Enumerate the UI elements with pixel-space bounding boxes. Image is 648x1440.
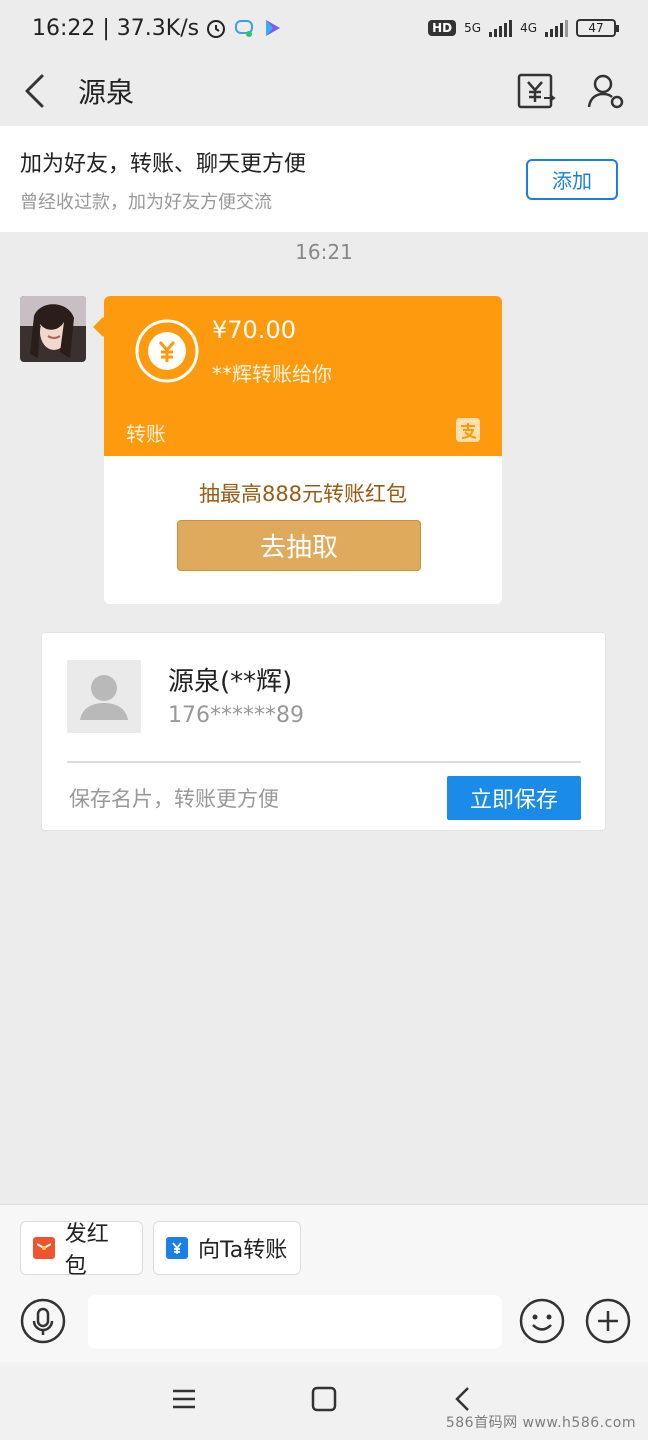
nav-bar: 源泉: [0, 56, 648, 126]
chat-screen: 16:22 | 37.3K/s HD 5G 4G 47 源泉 加为好友，转账、聊…: [0, 0, 648, 1440]
alipay-logo-icon: [456, 418, 480, 442]
message-timestamp: 16:21: [295, 240, 353, 264]
transfer-coin-icon: [135, 319, 199, 383]
emoji-icon[interactable]: [519, 1298, 565, 1344]
video-app-icon: [266, 20, 281, 36]
add-friend-banner: 加为好友，转账、聊天更方便 曾经收过款，加为好友方便交流 添加: [0, 126, 648, 232]
contact-name: 源泉(**辉): [168, 667, 293, 697]
input-toolbar: 发红包 向Ta转账: [0, 1204, 648, 1362]
watermark: 586首码网 www.h586.com: [445, 1415, 636, 1431]
red-packet-icon: [33, 1237, 55, 1259]
transfer-promo-area: 抽最高888元转账红包 去抽取: [104, 456, 502, 604]
hd-badge: HD: [428, 20, 457, 36]
contact-avatar: [67, 660, 141, 733]
sender-avatar[interactable]: [20, 296, 86, 362]
battery-level: 47: [588, 21, 604, 35]
contact-card: 源泉(**辉) 176******89 保存名片，转账更方便 立即保存: [41, 632, 606, 831]
status-bar: 16:22 | 37.3K/s HD 5G 4G 47: [0, 0, 648, 56]
network-4g: 4G: [520, 21, 537, 35]
save-contact-button[interactable]: 立即保存: [447, 776, 581, 820]
transfer-amount: ¥70.00: [212, 316, 296, 344]
network-5g: 5G: [464, 21, 482, 35]
transfer-icon: [166, 1237, 188, 1259]
system-nav-bar: 586首码网 www.h586.com: [0, 1362, 648, 1440]
avatar-photo: [20, 296, 86, 362]
send-red-packet-button[interactable]: 发红包: [20, 1221, 143, 1279]
save-hint: 保存名片，转账更方便: [69, 787, 279, 811]
voice-input-icon[interactable]: [20, 1298, 66, 1344]
transfer-message-card[interactable]: ¥70.00 **辉转账给你 转账 抽最高888元转账红包 去抽取: [104, 296, 502, 604]
transfer-description: **辉转账给你: [212, 362, 332, 386]
transfer-label: 向Ta转账: [198, 1238, 288, 1263]
divider: [67, 761, 581, 763]
page-title: 源泉: [78, 76, 135, 109]
promo-text: 抽最高888元转账红包: [198, 482, 408, 506]
transfer-header[interactable]: ¥70.00 **辉转账给你 转账: [104, 296, 502, 456]
transfer-to-them-button[interactable]: 向Ta转账: [153, 1221, 301, 1275]
signal-icon-2: [545, 19, 568, 37]
transfer-label: 转账: [126, 422, 166, 446]
add-friend-button[interactable]: 添加: [526, 159, 618, 200]
contact-settings-icon[interactable]: [586, 71, 626, 111]
draw-red-packet-button[interactable]: 去抽取: [177, 520, 421, 571]
transfer-bill-icon[interactable]: [516, 71, 556, 111]
red-packet-label: 发红包: [64, 1222, 109, 1279]
more-options-icon[interactable]: [585, 1298, 631, 1344]
default-avatar-icon: [80, 675, 128, 720]
back-button[interactable]: [22, 71, 56, 111]
system-back-icon[interactable]: [449, 1384, 479, 1414]
contact-phone: 176******89: [168, 703, 304, 728]
home-icon[interactable]: [309, 1384, 339, 1414]
battery-icon: 47: [576, 19, 619, 37]
message-input[interactable]: [88, 1295, 502, 1349]
status-time-speed: 16:22 | 37.3K/s: [32, 15, 200, 41]
menu-icon[interactable]: [169, 1384, 199, 1414]
back-icon: [25, 74, 44, 108]
alarm-icon: [207, 20, 226, 38]
signal-icon: [489, 19, 513, 37]
chat-notification-icon: [235, 20, 254, 37]
